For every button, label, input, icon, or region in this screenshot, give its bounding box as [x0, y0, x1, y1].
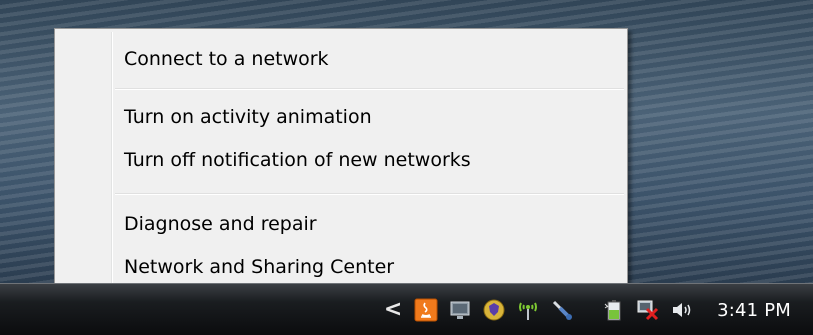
monitor-network-icon[interactable] — [447, 297, 473, 323]
network-context-menu: Connect to a network Turn on activity an… — [54, 28, 628, 291]
menu-separator — [115, 193, 624, 195]
menu-separator — [115, 88, 624, 90]
battery-power-icon[interactable] — [601, 297, 627, 323]
menu-item-diagnose-and-repair[interactable]: Diagnose and repair — [58, 206, 624, 242]
menu-item-turn-on-activity-animation[interactable]: Turn on activity animation — [58, 99, 624, 135]
system-clock[interactable]: 3:41 PM — [717, 300, 791, 321]
menu-item-connect-to-network[interactable]: Connect to a network — [58, 41, 624, 77]
java-update-icon[interactable] — [413, 297, 439, 323]
menu-item-network-and-sharing-center[interactable]: Network and Sharing Center — [58, 249, 624, 285]
show-hidden-icons-button[interactable]: < — [383, 297, 403, 323]
network-disconnected-icon[interactable] — [635, 297, 661, 323]
wireless-antenna-icon[interactable] — [515, 297, 541, 323]
security-shield-icon[interactable] — [481, 297, 507, 323]
connection-plug-icon[interactable] — [549, 297, 575, 323]
notification-area: < 3:41 PM — [383, 284, 813, 335]
menu-item-turn-off-notifications[interactable]: Turn off notification of new networks — [58, 142, 624, 178]
taskbar: < 3:41 PM — [0, 283, 813, 335]
volume-icon[interactable] — [669, 297, 695, 323]
